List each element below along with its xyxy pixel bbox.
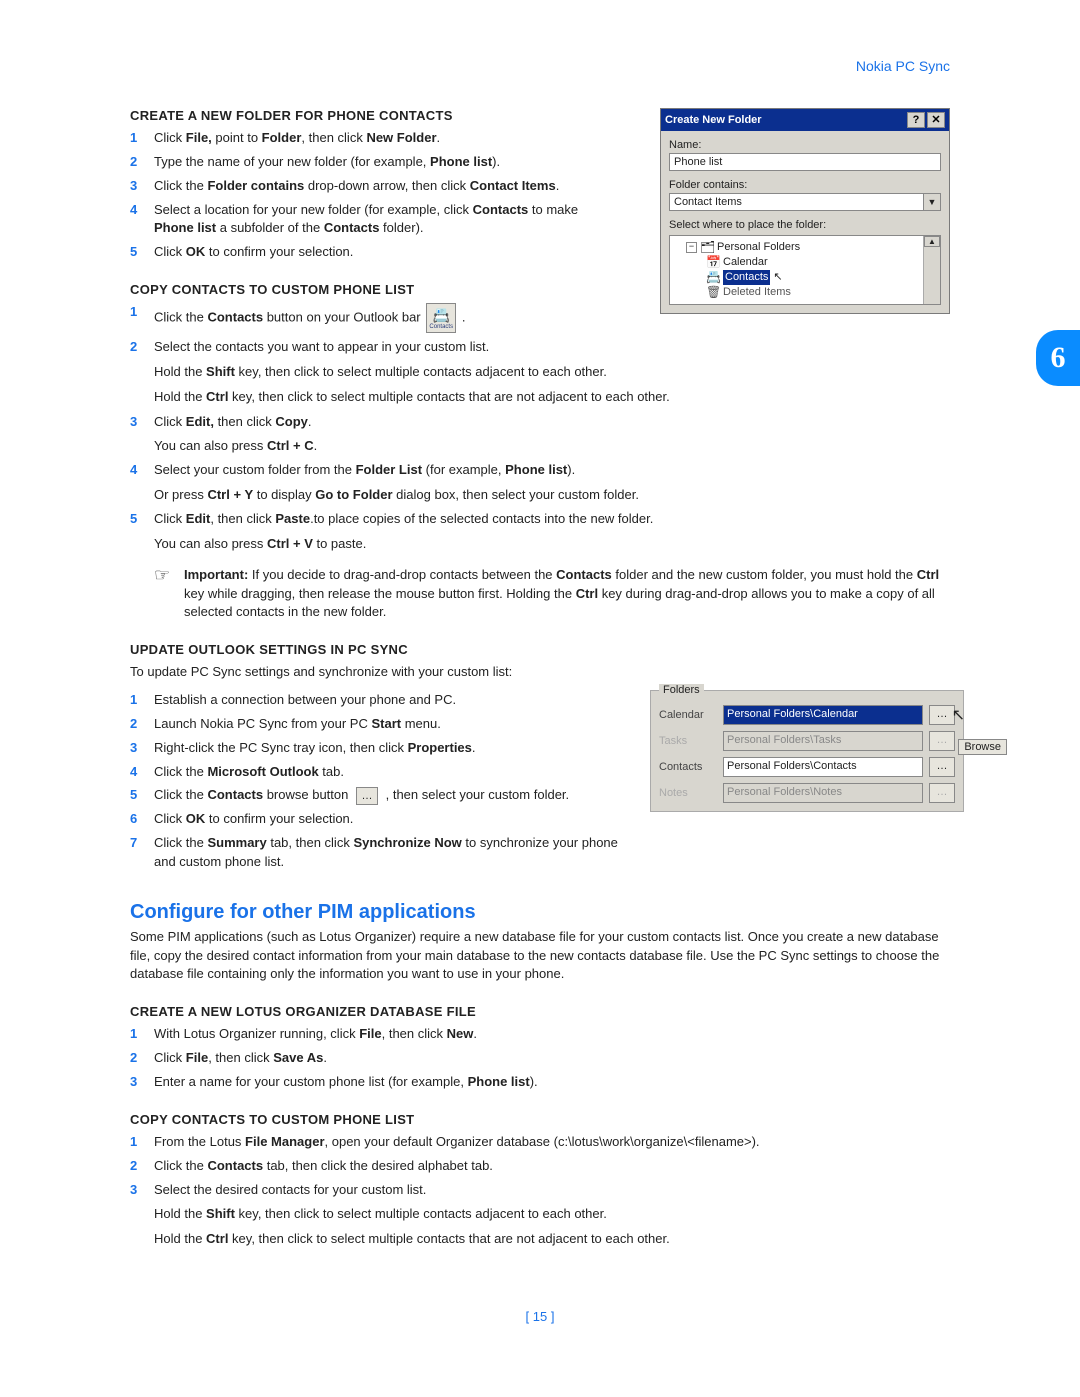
dialog-title: Create New Folder bbox=[665, 114, 905, 126]
chevron-down-icon[interactable]: ▼ bbox=[923, 194, 940, 210]
step-text: Type the name of your new folder (for ex… bbox=[154, 153, 590, 172]
folder-label: Calendar bbox=[659, 709, 717, 721]
folder-tree[interactable]: −🗂Personal Folders 📅Calendar 📇Contacts ↖… bbox=[669, 235, 941, 305]
browse-button[interactable]: … bbox=[929, 757, 955, 777]
name-input[interactable]: Phone list bbox=[669, 153, 941, 171]
name-label: Name: bbox=[669, 139, 941, 151]
step-text: Click File, point to Folder, then click … bbox=[154, 129, 590, 148]
hint-text: Hold the Shift key, then click to select… bbox=[154, 363, 950, 382]
page: Nokia PC Sync 6 Create New Folder ? ✕ Na… bbox=[0, 0, 1080, 1364]
step-text: Click Edit, then click Paste.to place co… bbox=[154, 510, 950, 554]
browse-icon[interactable]: … bbox=[356, 787, 378, 805]
step-text: Select a location for your new folder (f… bbox=[154, 201, 590, 239]
place-label: Select where to place the folder: bbox=[669, 219, 941, 231]
steps-list: 1Click File, point to Folder, then click… bbox=[130, 129, 590, 262]
close-icon[interactable]: ✕ bbox=[927, 112, 945, 128]
header-product: Nokia PC Sync bbox=[856, 58, 950, 74]
section-title: CREATE A NEW FOLDER FOR PHONE CONTACTS bbox=[130, 108, 590, 123]
folder-path-input: Personal Folders\Tasks bbox=[723, 731, 923, 751]
folders-grid: Calendar Personal Folders\Calendar … Tasks P… bbox=[659, 705, 955, 803]
step-text: Select the contacts you want to appear i… bbox=[154, 338, 950, 357]
contains-select[interactable]: Contact Items ▼ bbox=[669, 193, 941, 211]
legend: Folders bbox=[659, 684, 704, 696]
folder-label: Tasks bbox=[659, 735, 717, 747]
step-text: Click File, then click Save As. bbox=[154, 1049, 950, 1068]
calendar-icon: 📅 bbox=[706, 255, 720, 270]
important-text: Important: If you decide to drag-and-dro… bbox=[184, 566, 950, 623]
step-text: Right-click the PC Sync tray icon, then … bbox=[154, 739, 638, 758]
folder-icon: 🗂 bbox=[700, 240, 714, 255]
contacts-icon[interactable] bbox=[426, 303, 456, 333]
section-title: CREATE A NEW LOTUS ORGANIZER DATABASE FI… bbox=[130, 1004, 950, 1019]
folder-label: Notes bbox=[659, 787, 717, 799]
intro-text: Some PIM applications (such as Lotus Org… bbox=[130, 928, 950, 985]
step-text: Click the Summary tab, then click Synchr… bbox=[154, 834, 638, 872]
hint-text: Hold the Ctrl key, then click to select … bbox=[154, 1230, 950, 1249]
heading-configure-pim: Configure for other PIM applications bbox=[130, 901, 950, 924]
step-text: Select the desired contacts for your cus… bbox=[154, 1181, 950, 1200]
step-text: Click Edit, then click Copy.You can also… bbox=[154, 413, 950, 457]
page-number: [ 15 ] bbox=[130, 1309, 950, 1324]
cursor-icon: ↖ bbox=[773, 270, 782, 285]
step-text: Enter a name for your custom phone list … bbox=[154, 1073, 950, 1092]
scrollbar[interactable] bbox=[923, 236, 940, 304]
create-folder-dialog: Create New Folder ? ✕ Name: Phone list F… bbox=[660, 108, 950, 314]
step-text: Click the Microsoft Outlook tab. bbox=[154, 763, 638, 782]
browse-button[interactable]: Browse bbox=[958, 739, 1007, 755]
hint-text: Hold the Shift key, then click to select… bbox=[154, 1205, 950, 1224]
chapter-tab: 6 bbox=[1036, 330, 1080, 386]
folder-path-input: Personal Folders\Notes bbox=[723, 783, 923, 803]
trash-icon: 🗑 bbox=[706, 285, 720, 300]
collapse-icon[interactable]: − bbox=[686, 242, 697, 253]
contains-label: Folder contains: bbox=[669, 179, 941, 191]
section-title: UPDATE OUTLOOK SETTINGS IN PC SYNC bbox=[130, 642, 950, 657]
step-text: Establish a connection between your phon… bbox=[154, 691, 638, 710]
step-text: Click OK to confirm your selection. bbox=[154, 243, 590, 262]
help-icon[interactable]: ? bbox=[907, 112, 925, 128]
section-title: COPY CONTACTS TO CUSTOM PHONE LIST bbox=[130, 1112, 950, 1127]
cursor-icon: ↖ bbox=[952, 705, 965, 725]
folder-label: Contacts bbox=[659, 761, 717, 773]
important-icon: ☞ bbox=[154, 566, 174, 623]
browse-button: … bbox=[929, 783, 955, 803]
step-text: Launch Nokia PC Sync from your PC Start … bbox=[154, 715, 638, 734]
contacts-icon: 📇 bbox=[706, 270, 720, 285]
step-text: Click the Folder contains drop-down arro… bbox=[154, 177, 590, 196]
step-text: Click the Contacts tab, then click the d… bbox=[154, 1157, 950, 1176]
step-text: Select your custom folder from the Folde… bbox=[154, 461, 950, 505]
step-text: With Lotus Organizer running, click File… bbox=[154, 1025, 950, 1044]
folder-path-input[interactable]: Personal Folders\Contacts bbox=[723, 757, 923, 777]
step-text: From the Lotus File Manager, open your d… bbox=[154, 1133, 950, 1152]
folders-panel: Folders CalendarPersonal Folders\Calenda… bbox=[650, 690, 964, 812]
intro-text: To update PC Sync settings and synchroni… bbox=[130, 663, 950, 682]
step-text: Click OK to confirm your selection. bbox=[154, 810, 638, 829]
hint-text: Hold the Ctrl key, then click to select … bbox=[154, 388, 950, 407]
step-text: Click the Contacts browse button … , the… bbox=[154, 786, 638, 805]
browse-button: … bbox=[929, 731, 955, 751]
folder-path-input[interactable]: Personal Folders\Calendar bbox=[723, 705, 923, 725]
